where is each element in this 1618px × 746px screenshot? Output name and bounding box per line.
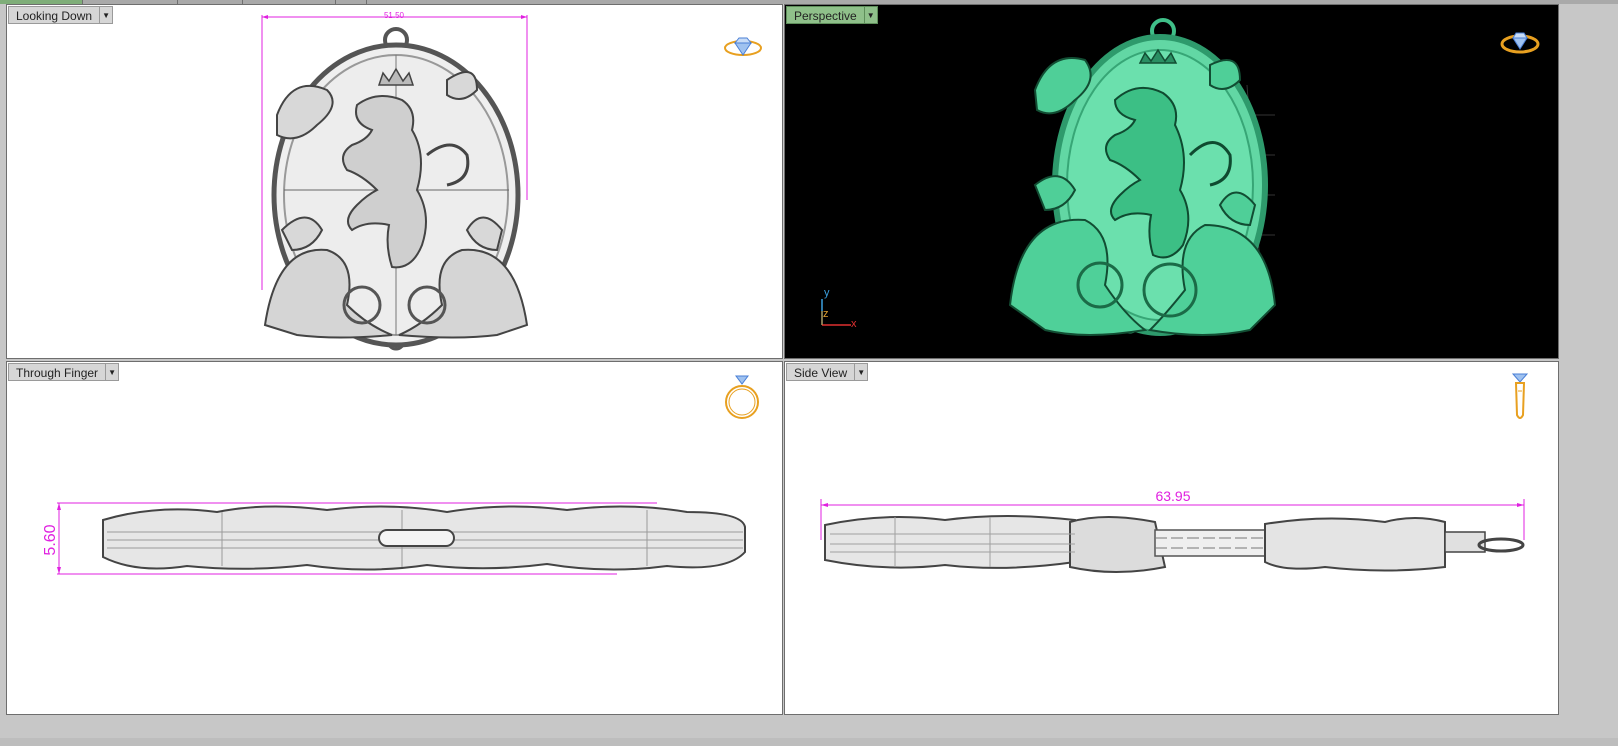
axis-x-label: x (851, 318, 857, 330)
viewport-title[interactable]: Through Finger (8, 363, 106, 381)
axis-y-label: y (824, 287, 830, 299)
viewport-title[interactable]: Looking Down (8, 6, 100, 24)
ring-perspective-nav-icon[interactable] (1499, 29, 1541, 57)
pendant-side-model: 63.95 (820, 488, 1525, 573)
pendant-perspective-model (821, 18, 1277, 336)
chevron-down-icon[interactable]: ▼ (99, 6, 114, 24)
ring-top-nav-icon[interactable] (723, 33, 763, 59)
viewport-title[interactable]: Perspective (786, 6, 864, 24)
axis-z-label: z (823, 308, 829, 320)
ring-front-nav-icon[interactable] (722, 371, 762, 421)
dimension-width-label: 51.50 (384, 11, 405, 20)
viewport-title[interactable]: Side View (786, 363, 855, 381)
viewport-perspective[interactable]: y z x Perspective ▼ (784, 4, 1559, 359)
pendant-top-model: 51.50 (261, 11, 529, 351)
viewport-looking-down[interactable]: 51.50 Looking Down ▼ (6, 4, 783, 359)
viewport-label-side-view[interactable]: Side View ▼ (786, 363, 869, 381)
viewport-through-finger[interactable]: 5.60 Through Finger ▼ (6, 361, 783, 715)
status-strip (0, 738, 1618, 746)
pendant-front-model: 5.60 (42, 502, 746, 575)
chevron-down-icon[interactable]: ▼ (105, 363, 120, 381)
viewport-label-looking-down[interactable]: Looking Down ▼ (8, 6, 114, 24)
ring-side-nav-icon[interactable] (1507, 371, 1533, 421)
viewport-side-view[interactable]: 63.95 Side View ▼ (784, 361, 1559, 715)
viewport-label-through-finger[interactable]: Through Finger ▼ (8, 363, 120, 381)
viewport-label-perspective[interactable]: Perspective ▼ (786, 6, 878, 24)
chevron-down-icon[interactable]: ▼ (863, 6, 878, 24)
chevron-down-icon[interactable]: ▼ (854, 363, 869, 381)
dimension-thickness-label: 5.60 (42, 524, 59, 555)
dimension-length-label: 63.95 (1155, 488, 1190, 504)
